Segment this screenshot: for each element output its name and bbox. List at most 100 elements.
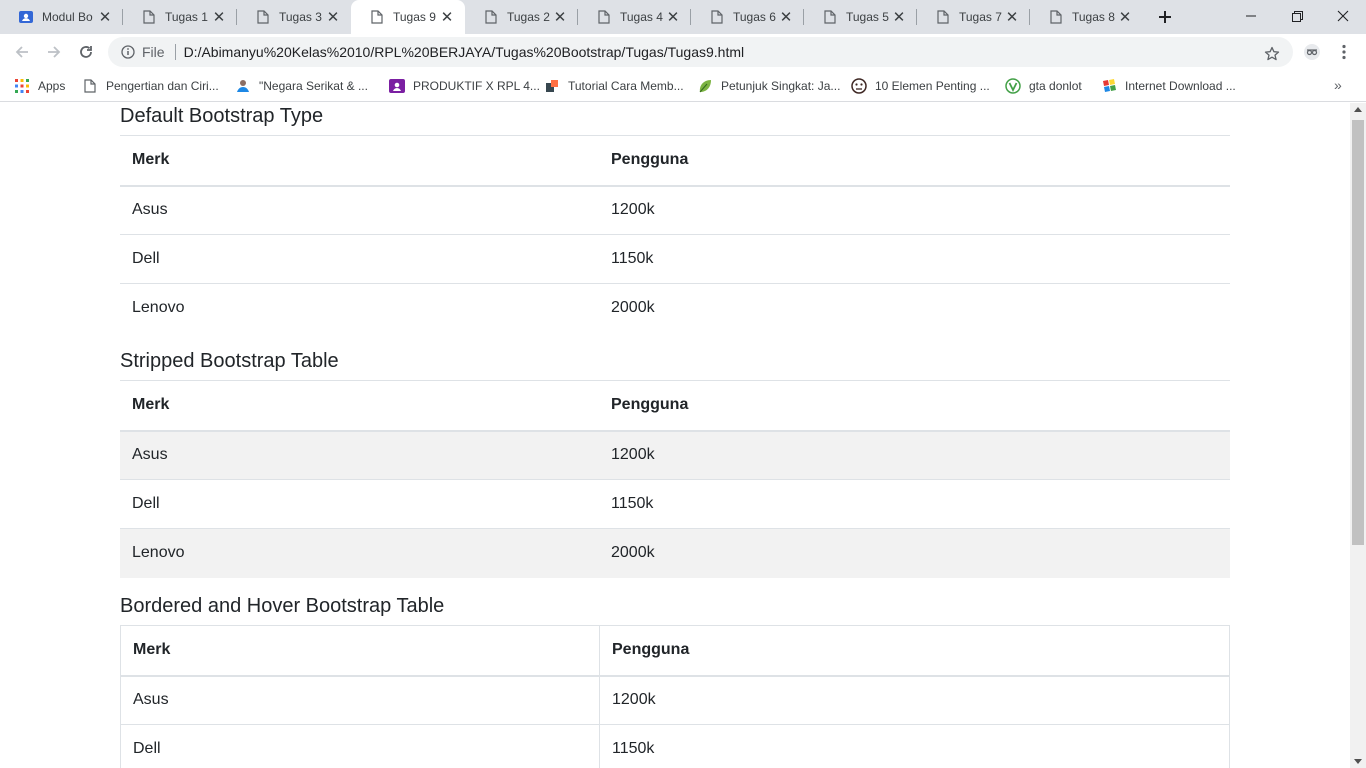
close-icon[interactable]: ✕ <box>1117 9 1133 26</box>
cell-merk: Asus <box>120 430 599 480</box>
restore-button[interactable] <box>1274 0 1320 32</box>
profile-avatar[interactable] <box>1298 38 1326 66</box>
bookmark-negara[interactable]: "Negara Serikat & ... <box>235 76 368 96</box>
face-icon <box>851 78 867 94</box>
scroll-up-arrow-icon[interactable] <box>1354 107 1362 112</box>
bookmark-label: gta donlot <box>1029 79 1082 93</box>
cell-merk: Lenovo <box>120 283 599 333</box>
table-row[interactable]: Asus 1200k <box>120 675 1230 725</box>
table-row[interactable]: Dell 1150k <box>120 724 1230 768</box>
close-icon[interactable]: ✕ <box>778 9 794 26</box>
new-tab-button[interactable] <box>1151 4 1179 30</box>
vertical-scrollbar[interactable] <box>1350 103 1366 768</box>
table-default: Merk Pengguna Asus 1200k Dell 1150k Leno… <box>120 135 1230 333</box>
table-row: Lenovo 2000k <box>120 283 1230 333</box>
chevron-right-double-icon[interactable]: » <box>1334 77 1342 93</box>
forward-button[interactable] <box>40 38 68 66</box>
close-icon[interactable]: ✕ <box>211 9 227 26</box>
bookmark-pengertian[interactable]: Pengertian dan Ciri... <box>82 76 219 96</box>
minimize-button[interactable] <box>1228 0 1274 32</box>
column-header-merk: Merk <box>120 135 599 187</box>
page-icon <box>255 9 271 25</box>
forward-arrow-icon <box>48 46 61 58</box>
bookmark-gta[interactable]: gta donlot <box>1005 76 1082 96</box>
tab-tugas-5[interactable]: Tugas 5 ✕ <box>804 0 917 34</box>
cell-pengguna: 1150k <box>599 479 1230 529</box>
bookmark-label: Pengertian dan Ciri... <box>106 79 219 93</box>
table-row: Dell 1150k <box>120 234 1230 284</box>
page-icon <box>82 78 98 94</box>
bookmark-10-elemen[interactable]: 10 Elemen Penting ... <box>851 76 990 96</box>
plus-icon <box>1159 11 1171 23</box>
v-logo-icon <box>1005 78 1021 94</box>
bookmark-petunjuk[interactable]: Petunjuk Singkat: Ja... <box>697 76 840 96</box>
close-icon <box>1337 10 1349 22</box>
bookmark-idm[interactable]: Internet Download ... <box>1101 76 1236 96</box>
close-icon[interactable]: ✕ <box>1004 9 1020 26</box>
bookmark-label: PRODUKTIF X RPL 4... <box>413 79 540 93</box>
person-icon <box>235 78 251 94</box>
cell-pengguna: 1200k <box>599 185 1230 235</box>
browser-toolbar: File D:/Abimanyu%20Kelas%2010/RPL%20BERJ… <box>0 34 1366 70</box>
scroll-down-arrow-icon[interactable] <box>1354 759 1362 764</box>
table-row: Asus 1200k <box>120 185 1230 235</box>
scheme-label: File <box>142 44 165 60</box>
address-divider <box>174 44 176 60</box>
page-icon <box>483 9 499 25</box>
column-header-pengguna: Pengguna <box>599 135 1230 187</box>
column-header-merk: Merk <box>120 380 599 432</box>
column-header-merk: Merk <box>120 625 600 677</box>
tab-tugas-7[interactable]: Tugas 7 ✕ <box>917 0 1030 34</box>
blue-doc-icon <box>18 9 34 25</box>
tab-tugas-6[interactable]: Tugas 6 ✕ <box>691 0 804 34</box>
close-icon[interactable]: ✕ <box>665 9 681 26</box>
cell-pengguna: 1200k <box>599 675 1230 725</box>
bookmark-star-icon[interactable] <box>1260 44 1284 64</box>
bookmark-tutorial[interactable]: Tutorial Cara Memb... <box>544 76 684 96</box>
kebab-menu-icon <box>1342 44 1346 60</box>
close-window-button[interactable] <box>1320 0 1366 32</box>
reload-button[interactable] <box>72 38 100 66</box>
scrollbar-thumb[interactable] <box>1352 120 1364 545</box>
close-icon[interactable]: ✕ <box>891 9 907 26</box>
table-row: Lenovo 2000k <box>120 528 1230 578</box>
info-icon[interactable] <box>120 44 136 60</box>
leaf-icon <box>697 78 713 94</box>
bookmark-produktif[interactable]: PRODUKTIF X RPL 4... <box>389 76 540 96</box>
tab-tugas-4[interactable]: Tugas 4 ✕ <box>578 0 691 34</box>
table-row: Dell 1150k <box>120 479 1230 529</box>
tab-tugas-2[interactable]: Tugas 2 ✕ <box>465 0 578 34</box>
bookmark-label: Petunjuk Singkat: Ja... <box>721 79 841 93</box>
tab-tugas-3[interactable]: Tugas 3 ✕ <box>237 0 351 34</box>
cell-merk: Lenovo <box>120 528 599 578</box>
close-icon[interactable]: ✕ <box>552 9 568 26</box>
cell-pengguna: 1200k <box>599 430 1230 480</box>
menu-button[interactable] <box>1330 38 1358 66</box>
page-icon <box>822 9 838 25</box>
cell-merk: Dell <box>120 234 599 284</box>
back-button[interactable] <box>8 38 36 66</box>
bookmark-apps[interactable]: Apps <box>14 76 65 96</box>
cell-merk: Dell <box>120 479 599 529</box>
close-icon[interactable]: ✕ <box>439 9 455 26</box>
close-icon[interactable]: ✕ <box>325 9 341 26</box>
url-text[interactable]: D:/Abimanyu%20Kelas%2010/RPL%20BERJAYA/T… <box>184 44 745 60</box>
address-bar[interactable]: File D:/Abimanyu%20Kelas%2010/RPL%20BERJ… <box>108 37 1293 67</box>
table-header-row: Merk Pengguna <box>120 380 1230 432</box>
cell-pengguna: 1150k <box>599 724 1230 768</box>
page-icon <box>369 9 385 25</box>
section-title-default: Default Bootstrap Type <box>120 105 324 127</box>
tab-title: Modul Bo <box>42 10 93 24</box>
tab-strip: Modul Bo ✕ Tugas 1 ✕ Tugas 3 ✕ Tugas 9 ✕… <box>0 0 1366 34</box>
tab-tugas-9[interactable]: Tugas 9 ✕ <box>351 0 465 34</box>
cell-merk: Dell <box>120 724 600 768</box>
page-icon <box>596 9 612 25</box>
close-icon[interactable]: ✕ <box>97 9 113 26</box>
cell-merk: Asus <box>120 185 599 235</box>
tab-tugas-1[interactable]: Tugas 1 ✕ <box>123 0 237 34</box>
table-striped: Merk Pengguna Asus 1200k Dell 1150k Leno… <box>120 380 1230 578</box>
tab-tugas-8[interactable]: Tugas 8 ✕ <box>1030 0 1143 34</box>
reload-icon <box>80 46 92 58</box>
tab-modul[interactable]: Modul Bo ✕ <box>0 0 123 34</box>
cell-pengguna: 1150k <box>599 234 1230 284</box>
